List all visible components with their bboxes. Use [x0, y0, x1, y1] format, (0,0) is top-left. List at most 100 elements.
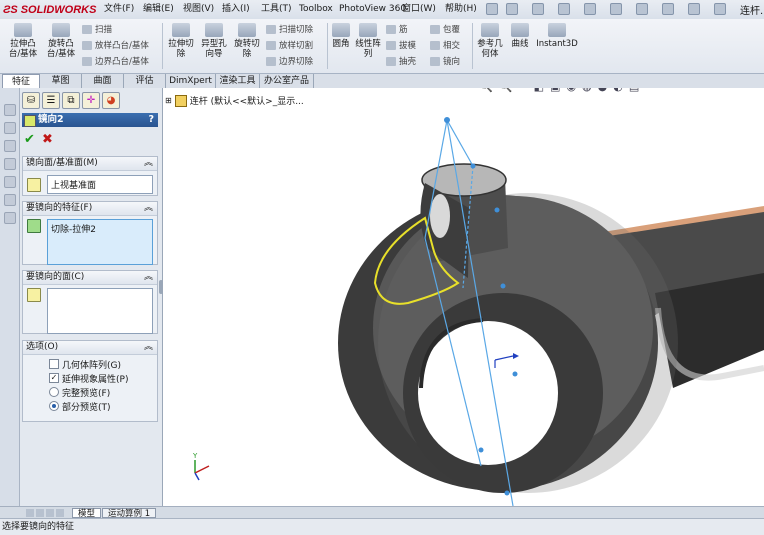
view-palette-icon[interactable]: [4, 176, 16, 188]
menu-edit[interactable]: 编辑(E): [143, 2, 174, 17]
collapse-icon[interactable]: ︽: [144, 157, 153, 170]
tab-dimxpert[interactable]: DimXpert: [166, 74, 216, 88]
menu-view[interactable]: 视图(V): [183, 2, 214, 17]
group-header[interactable]: 镜向面/基准面(M) ︽: [23, 157, 157, 171]
tab-sketch[interactable]: 草图: [40, 74, 82, 88]
print-icon[interactable]: [584, 3, 596, 15]
menu-help[interactable]: 帮助(H): [445, 2, 477, 17]
graphics-area[interactable]: ⊞ 连杆 (默认<<默认>_显示... 🔍 🔍 ↶ ◧ ▣ ◉ ◍ ● ◐ ▤: [163, 88, 764, 506]
menu-tools[interactable]: 工具(T): [261, 2, 292, 17]
faces-list[interactable]: [47, 288, 153, 334]
collapse-icon[interactable]: ︽: [144, 271, 153, 284]
intersect-button[interactable]: 相交: [430, 39, 470, 51]
save-icon[interactable]: [558, 3, 570, 15]
radio-button[interactable]: [49, 401, 59, 411]
extrude-boss-button[interactable]: 拉伸凸台/基体: [6, 23, 40, 59]
features-to-mirror-group: 要镜向的特征(F) ︽ 切除-拉伸2: [22, 201, 158, 265]
group-header[interactable]: 要镜向的特征(F) ︽: [23, 202, 157, 216]
draft-icon: [386, 40, 396, 50]
fillet-button[interactable]: 圆角: [330, 23, 352, 49]
menu-insert[interactable]: 插入(I): [222, 2, 250, 17]
propagate-visual-checkbox[interactable]: ✓ 延伸视象属性(P): [49, 371, 157, 385]
checkbox-box[interactable]: [49, 359, 59, 369]
configuration-tab-icon[interactable]: ⧉: [62, 92, 80, 109]
revolve-boss-button[interactable]: 旋转凸台/基体: [44, 23, 78, 59]
features-list-item[interactable]: 切除-拉伸2: [51, 225, 96, 235]
menu-toolbox[interactable]: Toolbox: [299, 2, 333, 17]
checkbox-box[interactable]: ✓: [49, 373, 59, 383]
library-icon[interactable]: [4, 140, 16, 152]
rebuild-icon[interactable]: [662, 3, 674, 15]
mirror-feature-icon: [24, 115, 36, 127]
curves-button[interactable]: 曲线: [507, 23, 533, 49]
new-document-icon[interactable]: [506, 3, 518, 15]
undo-icon[interactable]: [610, 3, 622, 15]
first-tab-arrow-icon[interactable]: [26, 509, 34, 517]
select-icon[interactable]: [636, 3, 648, 15]
tab-model[interactable]: 模型: [72, 508, 102, 519]
loft-button[interactable]: 放样凸台/基体: [82, 39, 160, 51]
ok-button[interactable]: ✔: [24, 132, 35, 147]
group-header[interactable]: 要镜向的面(C) ︽: [23, 271, 157, 285]
wrap-button[interactable]: 包覆: [430, 23, 470, 35]
menu-file[interactable]: 文件(F): [104, 2, 134, 17]
shell-button[interactable]: 抽壳: [386, 55, 424, 67]
home-icon[interactable]: [4, 104, 16, 116]
ds-logo-icon: ƧS: [3, 3, 18, 16]
property-manager-tab-icon[interactable]: ☰: [42, 92, 60, 109]
geometry-pattern-checkbox[interactable]: 几何体阵列(G): [49, 357, 157, 371]
lofted-cut-button[interactable]: 放样切割: [266, 39, 326, 51]
file-properties-icon[interactable]: [688, 3, 700, 15]
radio-button[interactable]: [49, 387, 59, 397]
reference-geometry-button[interactable]: 参考几何体: [475, 23, 505, 59]
custom-properties-icon[interactable]: [4, 212, 16, 224]
appearance-icon[interactable]: [4, 194, 16, 206]
linear-pattern-icon: [359, 23, 377, 37]
cancel-button[interactable]: ✖: [42, 132, 53, 147]
linear-pattern-button[interactable]: 线性阵列: [353, 23, 383, 59]
dimxpert-tab-icon[interactable]: ✛: [82, 92, 100, 109]
loft-icon: [82, 40, 92, 50]
explorer-icon[interactable]: [4, 158, 16, 170]
revolve-cut-button[interactable]: 旋转切除: [231, 23, 263, 59]
display-manager-tab-icon[interactable]: ◕: [102, 92, 120, 109]
help-button[interactable]: ?: [148, 113, 154, 127]
features-list[interactable]: 切除-拉伸2: [47, 219, 153, 265]
menu-photoview[interactable]: PhotoView 360: [339, 2, 406, 17]
tab-features[interactable]: 特征: [2, 74, 40, 88]
tab-surfaces[interactable]: 曲面: [82, 74, 124, 88]
tab-render-tools[interactable]: 渲染工具: [216, 74, 260, 88]
draft-button[interactable]: 拔模: [386, 39, 424, 51]
prev-tab-arrow-icon[interactable]: [36, 509, 44, 517]
mirror-plane-field[interactable]: 上视基准面: [47, 175, 153, 194]
menu-window[interactable]: 窗口(W): [402, 2, 436, 17]
collapse-icon[interactable]: ︽: [144, 202, 153, 215]
feature-icon: [27, 219, 41, 233]
bore-hole: [418, 321, 558, 465]
partial-preview-radio[interactable]: 部分预览(T): [49, 399, 157, 413]
pin-icon[interactable]: [486, 3, 498, 15]
sweep-icon: [82, 24, 92, 34]
last-tab-arrow-icon[interactable]: [56, 509, 64, 517]
tab-evaluate[interactable]: 评估: [124, 74, 166, 88]
mirror-button[interactable]: 镜向: [430, 55, 470, 67]
resources-icon[interactable]: [4, 122, 16, 134]
hole-wizard-button[interactable]: 异型孔向导: [198, 23, 230, 59]
full-preview-radio[interactable]: 完整预览(F): [49, 385, 157, 399]
collapse-icon[interactable]: ︽: [144, 341, 153, 354]
tab-office-products[interactable]: 办公室产品: [260, 74, 314, 88]
tab-motion-study[interactable]: 运动算例 1: [102, 508, 157, 519]
instant3d-button[interactable]: Instant3D: [536, 23, 578, 49]
swept-cut-button[interactable]: 扫描切除: [266, 23, 326, 35]
separator: [162, 23, 163, 69]
boundary-boss-button[interactable]: 边界凸台/基体: [82, 55, 160, 67]
group-header[interactable]: 选项(O) ︽: [23, 341, 157, 355]
extrude-cut-button[interactable]: 拉伸切除: [165, 23, 197, 59]
open-icon[interactable]: [532, 3, 544, 15]
boundary-cut-button[interactable]: 边界切除: [266, 55, 326, 67]
next-tab-arrow-icon[interactable]: [46, 509, 54, 517]
rib-button[interactable]: 筋: [386, 23, 424, 35]
options-gear-icon[interactable]: [714, 3, 726, 15]
feature-tree-tab-icon[interactable]: ⛁: [22, 92, 40, 109]
sweep-button[interactable]: 扫描: [82, 23, 160, 35]
